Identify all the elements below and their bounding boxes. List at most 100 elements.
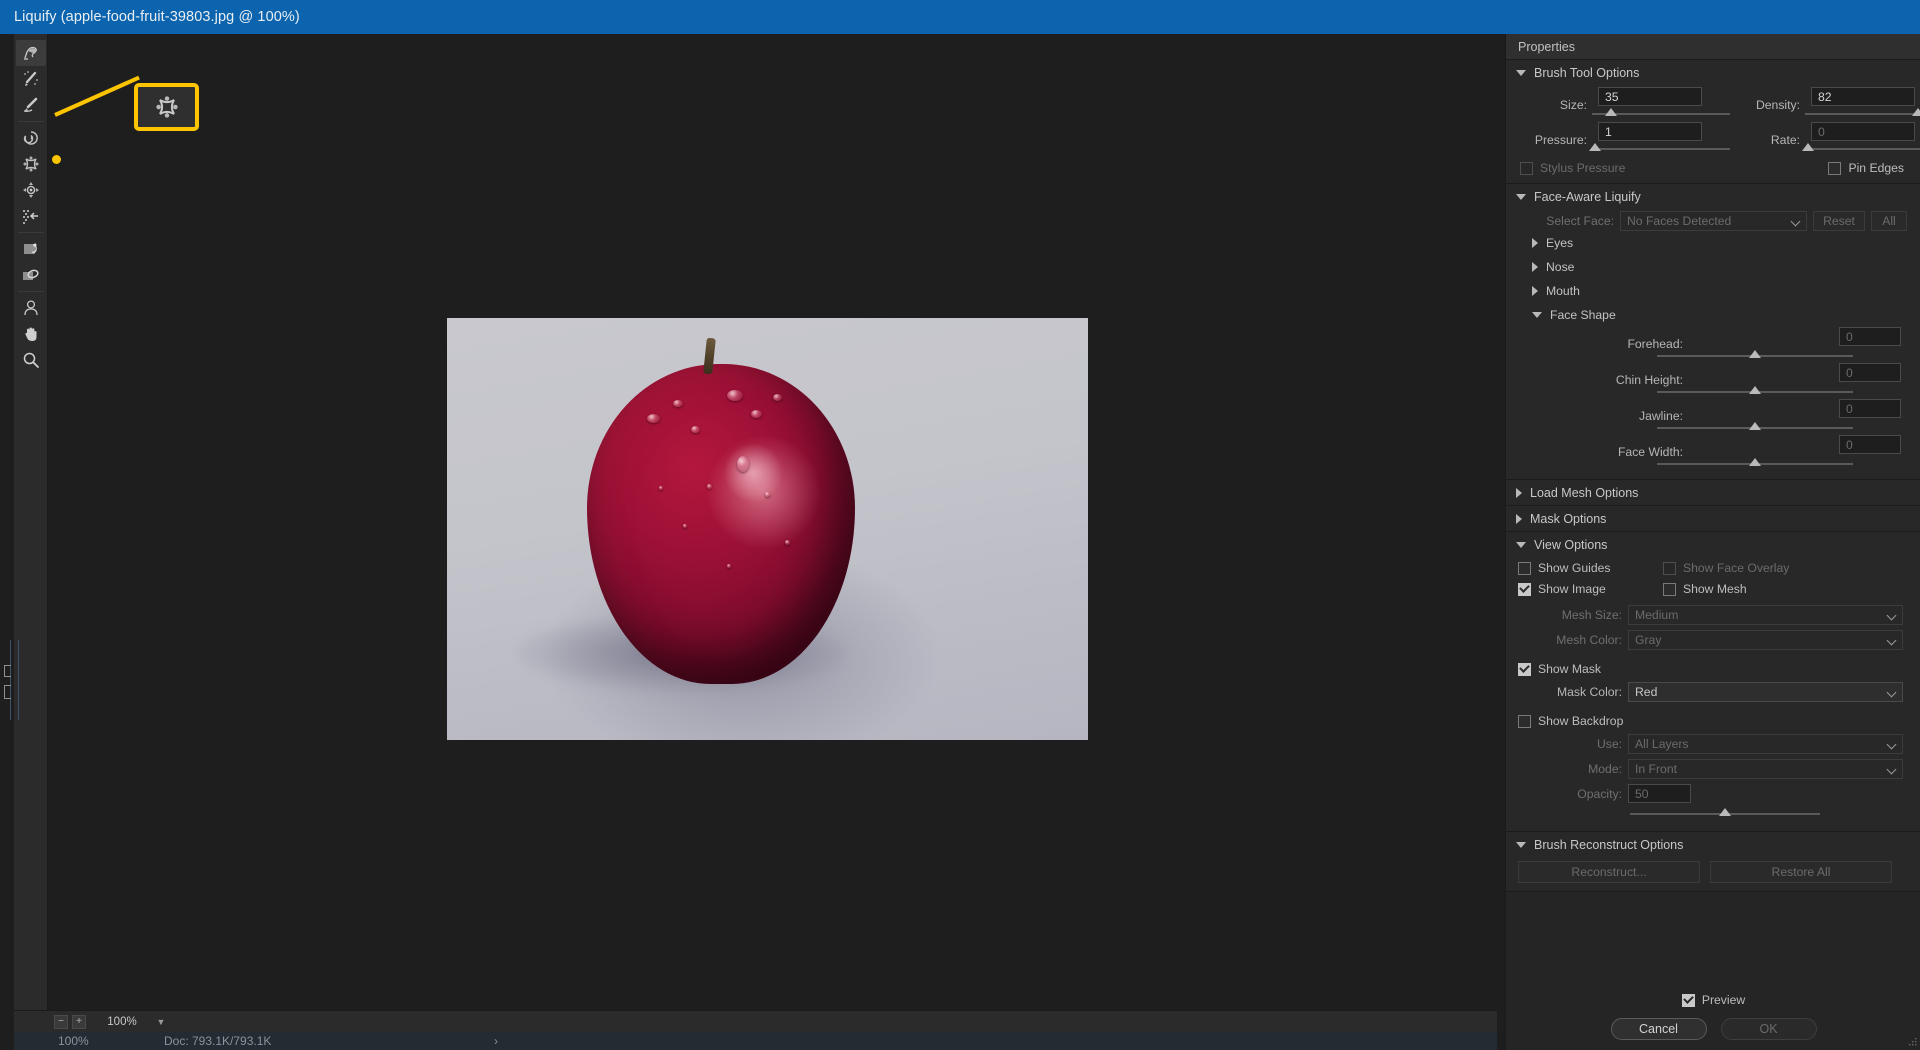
liquify-toolbar: [14, 34, 48, 1024]
tool-smooth-tool[interactable]: [16, 92, 46, 118]
opacity-slider[interactable]: [1630, 808, 1820, 816]
subsection-nose[interactable]: Nose: [1518, 255, 1908, 279]
density-input[interactable]: 82: [1811, 87, 1915, 106]
mask-color-dropdown[interactable]: Red: [1628, 682, 1903, 702]
mesh-color-value: Gray: [1635, 633, 1662, 647]
brush-tool-options-title: Brush Tool Options: [1534, 65, 1640, 80]
rate-input[interactable]: 0: [1811, 122, 1915, 141]
jawline-input[interactable]: 0: [1839, 399, 1901, 418]
pressure-slider[interactable]: [1589, 143, 1730, 151]
reconstruct-button[interactable]: Reconstruct...: [1518, 861, 1700, 883]
jawline-slider[interactable]: [1657, 422, 1853, 430]
all-faces-button[interactable]: All: [1871, 211, 1907, 231]
water-droplet: [727, 390, 743, 401]
mode-dropdown[interactable]: In Front: [1628, 759, 1903, 779]
jawline-slider-thumb[interactable]: [1749, 422, 1761, 430]
checkbox-box[interactable]: [1518, 662, 1531, 676]
size-control: 35: [1592, 87, 1735, 122]
document-status-bar: 100% Doc: 793.1K/793.1K ›: [14, 1030, 1497, 1050]
tool-bloat-tool[interactable]: [16, 177, 46, 203]
mesh-color-dropdown[interactable]: Gray: [1628, 630, 1903, 650]
show-backdrop-checkbox[interactable]: Show Backdrop: [1518, 714, 1908, 728]
properties-header: Properties: [1506, 34, 1920, 60]
tool-freeze-mask-tool[interactable]: [16, 236, 46, 262]
show-mesh-label: Show Mesh: [1683, 582, 1747, 596]
checkbox-box[interactable]: [1828, 161, 1842, 175]
rate-slider[interactable]: [1802, 143, 1920, 151]
tool-reconstruct-tool[interactable]: [16, 66, 46, 92]
tool-push-left-tool[interactable]: [16, 203, 46, 229]
tool-pucker-tool[interactable]: [16, 151, 46, 177]
tool-face-tool[interactable]: [16, 295, 46, 321]
face-aware-liquify-header[interactable]: Face-Aware Liquify: [1506, 184, 1920, 209]
preview-image[interactable]: [447, 318, 1088, 740]
cancel-button[interactable]: Cancel: [1610, 1018, 1707, 1040]
chevron-down-icon: [1886, 635, 1897, 646]
chin-height-input[interactable]: 0: [1839, 363, 1901, 382]
section-load-mesh-options: Load Mesh Options: [1506, 480, 1920, 506]
size-slider-thumb[interactable]: [1605, 108, 1618, 116]
water-droplet: [773, 394, 782, 401]
select-face-dropdown[interactable]: No Faces Detected: [1620, 211, 1807, 231]
checkbox-box[interactable]: [1518, 582, 1531, 596]
zoom-in-button[interactable]: +: [72, 1014, 86, 1029]
mode-value: In Front: [1635, 762, 1677, 776]
reset-face-button[interactable]: Reset: [1813, 211, 1865, 231]
checkbox-box[interactable]: [1663, 561, 1676, 575]
opacity-input[interactable]: 50: [1628, 784, 1691, 803]
tool-hand-tool[interactable]: [16, 321, 46, 347]
subsection-face-shape[interactable]: Face Shape: [1518, 303, 1908, 327]
tool-forward-warp-tool[interactable]: [15, 40, 46, 66]
show-mesh-checkbox[interactable]: Show Mesh: [1663, 582, 1747, 596]
checkbox-box[interactable]: [1518, 714, 1531, 728]
checkbox-box[interactable]: [1520, 161, 1533, 175]
face-width-input[interactable]: 0: [1839, 435, 1901, 454]
restore-all-button[interactable]: Restore All: [1710, 861, 1892, 883]
size-input[interactable]: 35: [1598, 87, 1702, 106]
tool-twirl-clockwise-tool[interactable]: [16, 125, 46, 151]
liquify-canvas[interactable]: [49, 34, 1497, 1014]
forehead-input[interactable]: 0: [1839, 327, 1901, 346]
stylus-pressure-checkbox[interactable]: Stylus Pressure: [1520, 161, 1625, 175]
zoom-out-button[interactable]: −: [54, 1014, 68, 1029]
tool-zoom-tool[interactable]: [16, 347, 46, 373]
chin-height-slider[interactable]: [1657, 386, 1853, 394]
subsection-eyes[interactable]: Eyes: [1518, 231, 1908, 255]
load-mesh-options-header[interactable]: Load Mesh Options: [1506, 480, 1920, 505]
preview-checkbox[interactable]: Preview: [1681, 993, 1745, 1007]
checkbox-box[interactable]: [1681, 993, 1695, 1007]
use-dropdown[interactable]: All Layers: [1628, 734, 1903, 754]
rate-slider-thumb[interactable]: [1802, 143, 1814, 151]
density-slider[interactable]: [1805, 108, 1920, 116]
show-face-overlay-label: Show Face Overlay: [1683, 561, 1790, 575]
pressure-slider-thumb[interactable]: [1589, 143, 1601, 151]
subsection-mouth[interactable]: Mouth: [1518, 279, 1908, 303]
show-image-checkbox[interactable]: Show Image: [1518, 582, 1663, 596]
ok-button[interactable]: OK: [1720, 1018, 1817, 1040]
brush-reconstruct-options-header[interactable]: Brush Reconstruct Options: [1506, 832, 1920, 857]
show-mask-checkbox[interactable]: Show Mask: [1518, 662, 1908, 676]
brush-tool-options-header[interactable]: Brush Tool Options: [1506, 60, 1920, 85]
callout-highlight-box[interactable]: [134, 83, 199, 131]
opacity-slider-thumb[interactable]: [1719, 808, 1731, 816]
zoom-level-field[interactable]: 100%: [96, 1014, 148, 1029]
face-width-slider-thumb[interactable]: [1749, 458, 1761, 466]
show-face-overlay-checkbox[interactable]: Show Face Overlay: [1663, 561, 1789, 575]
forehead-slider-thumb[interactable]: [1749, 350, 1761, 358]
pin-edges-checkbox[interactable]: Pin Edges: [1828, 161, 1904, 175]
tool-thaw-mask-tool[interactable]: [16, 262, 46, 288]
mask-options-header[interactable]: Mask Options: [1506, 506, 1920, 531]
mesh-size-dropdown[interactable]: Medium: [1628, 605, 1903, 625]
size-slider[interactable]: [1592, 108, 1730, 116]
checkbox-box[interactable]: [1663, 582, 1676, 596]
chevron-down-icon[interactable]: ▼: [152, 1017, 170, 1027]
resize-grip-icon[interactable]: [1907, 1038, 1917, 1048]
view-options-header[interactable]: View Options: [1506, 532, 1920, 557]
pressure-input[interactable]: 1: [1598, 122, 1702, 141]
show-guides-checkbox[interactable]: Show Guides: [1518, 561, 1663, 575]
density-slider-thumb[interactable]: [1912, 108, 1920, 116]
checkbox-box[interactable]: [1518, 561, 1531, 575]
chin-height-slider-thumb[interactable]: [1749, 386, 1761, 394]
face-width-slider[interactable]: [1657, 458, 1853, 466]
forehead-slider[interactable]: [1657, 350, 1853, 358]
